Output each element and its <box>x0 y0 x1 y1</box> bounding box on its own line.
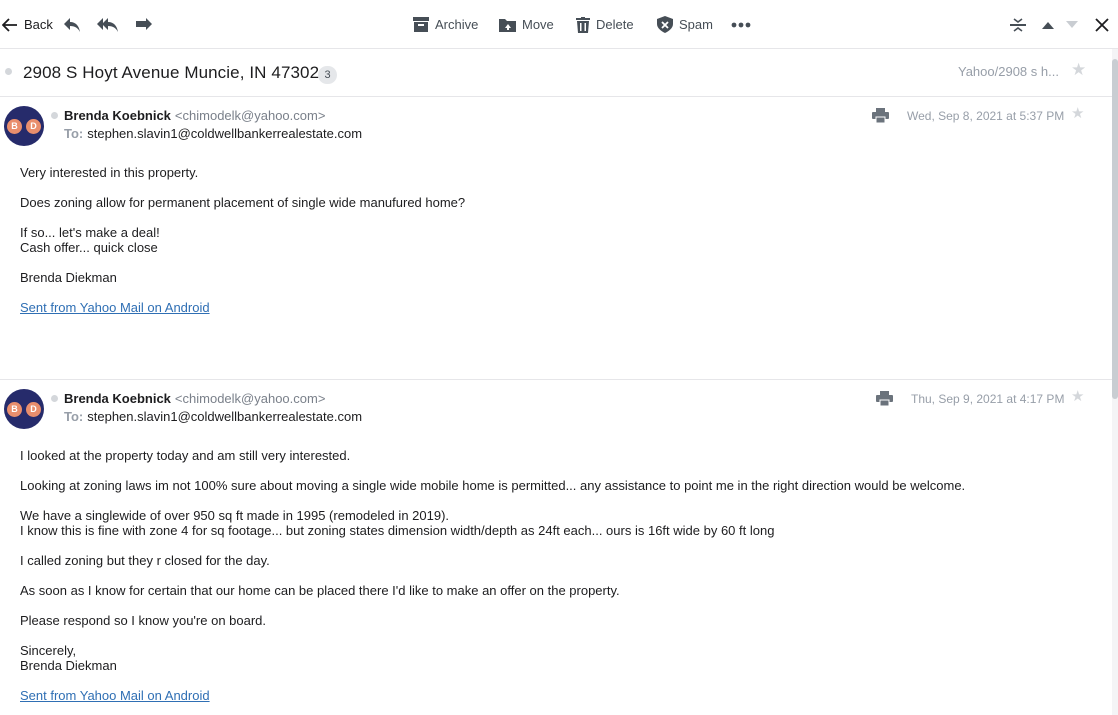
recipient-line: To: stephen.slavin1@coldwellbankerrealest… <box>64 409 362 424</box>
star-icon[interactable]: ★ <box>1071 61 1086 78</box>
more-icon <box>731 22 751 28</box>
forward-button[interactable] <box>135 0 153 49</box>
sender-email: <chimodelk@yahoo.com> <box>174 108 326 123</box>
avatar: B D <box>4 389 44 429</box>
to-label: To: <box>64 409 84 424</box>
sender-email: <chimodelk@yahoo.com> <box>174 391 326 406</box>
to-label: To: <box>64 126 84 141</box>
printer-icon[interactable] <box>872 108 889 126</box>
back-label: Back <box>24 17 53 32</box>
body-paragraph: If so... let's make a deal! Cash offer..… <box>20 225 160 255</box>
back-button[interactable]: Back <box>2 0 53 49</box>
yahoo-mail-android-link[interactable]: Sent from Yahoo Mail on Android <box>20 300 210 315</box>
body-paragraph: I called zoning but they r closed for th… <box>20 553 270 568</box>
sender[interactable]: Brenda Koebnick <chimodelk@yahoo.com> <box>64 108 325 123</box>
archive-label: Archive <box>435 17 479 32</box>
message-date: Thu, Sep 9, 2021 at 4:17 PM <box>911 392 1065 406</box>
move-folder-icon <box>499 17 516 32</box>
collapse-thread-button[interactable] <box>1010 0 1026 49</box>
spam-button[interactable]: Spam <box>657 0 713 49</box>
move-button[interactable]: Move <box>499 0 554 49</box>
body-paragraph: Sincerely, Brenda Diekman <box>20 643 117 673</box>
folder-breadcrumb[interactable]: Yahoo/2908 s h... <box>958 64 1059 79</box>
message-body: Very interested in this property. Does z… <box>20 165 465 330</box>
arrow-left-icon <box>2 17 18 32</box>
reply-button[interactable] <box>63 0 81 49</box>
body-paragraph: Brenda Diekman <box>20 270 117 285</box>
avatar-initial: D <box>26 402 41 417</box>
read-status-dot-icon[interactable] <box>51 395 58 402</box>
scrollbar-track[interactable] <box>1112 49 1118 715</box>
caret-down-icon <box>1066 20 1078 29</box>
body-paragraph: I looked at the property today and am st… <box>20 448 351 463</box>
spam-label: Spam <box>679 17 713 32</box>
collapse-icon <box>1010 17 1026 33</box>
printer-icon[interactable] <box>876 391 893 409</box>
sender[interactable]: Brenda Koebnick <chimodelk@yahoo.com> <box>64 391 325 406</box>
reply-all-button[interactable] <box>97 0 119 49</box>
avatar: B D <box>4 106 44 146</box>
trash-icon <box>576 16 590 33</box>
thread-subject: 2908 S Hoyt Avenue Muncie, IN 47302 <box>23 63 320 82</box>
message-date: Wed, Sep 8, 2021 at 5:37 PM <box>907 109 1065 123</box>
body-paragraph: As soon as I know for certain that our h… <box>20 583 620 598</box>
read-status-dot-icon[interactable] <box>51 112 58 119</box>
avatar-initial: D <box>26 119 41 134</box>
recipient-line: To: stephen.slavin1@coldwellbankerrealest… <box>64 126 362 141</box>
delete-label: Delete <box>596 17 634 32</box>
message-toolbar: Back Archive Move Delete Spam <box>0 0 1118 49</box>
star-icon[interactable]: ★ <box>1071 106 1084 121</box>
unread-dot-icon <box>5 68 12 75</box>
recipient-email[interactable]: stephen.slavin1@coldwellbankerrealestate… <box>87 409 362 424</box>
reply-icon <box>63 17 81 33</box>
sender-name: Brenda Koebnick <box>64 391 171 406</box>
star-icon[interactable]: ★ <box>1071 389 1084 404</box>
shield-icon <box>657 16 673 33</box>
avatar-initial: B <box>7 119 22 134</box>
body-paragraph: Does zoning allow for permanent placemen… <box>20 195 466 210</box>
close-icon <box>1095 17 1109 32</box>
recipient-email[interactable]: stephen.slavin1@coldwellbankerrealestate… <box>87 126 362 141</box>
previous-message-button[interactable] <box>1042 0 1054 49</box>
sender-name: Brenda Koebnick <box>64 108 171 123</box>
next-message-button[interactable] <box>1066 0 1078 49</box>
body-paragraph: Looking at zoning laws im not 100% sure … <box>20 478 966 493</box>
avatar-initial: B <box>7 402 22 417</box>
body-paragraph: We have a singlewide of over 950 sq ft m… <box>20 508 775 538</box>
scrollbar-thumb[interactable] <box>1112 59 1118 399</box>
more-button[interactable] <box>731 0 751 49</box>
forward-icon <box>135 17 153 33</box>
message-divider <box>0 379 1112 380</box>
body-paragraph: Very interested in this property. <box>20 165 199 180</box>
archive-button[interactable]: Archive <box>413 0 478 49</box>
yahoo-mail-android-link[interactable]: Sent from Yahoo Mail on Android <box>20 688 210 703</box>
body-paragraph: Please respond so I know you're on board… <box>20 613 267 628</box>
caret-up-icon <box>1042 21 1054 29</box>
archive-icon <box>413 17 429 32</box>
move-label: Move <box>522 17 554 32</box>
reply-all-icon <box>97 17 119 33</box>
delete-button[interactable]: Delete <box>576 0 634 49</box>
close-button[interactable] <box>1095 0 1109 49</box>
message-body: I looked at the property today and am st… <box>20 448 965 715</box>
thread-count-badge: 3 <box>318 66 337 84</box>
